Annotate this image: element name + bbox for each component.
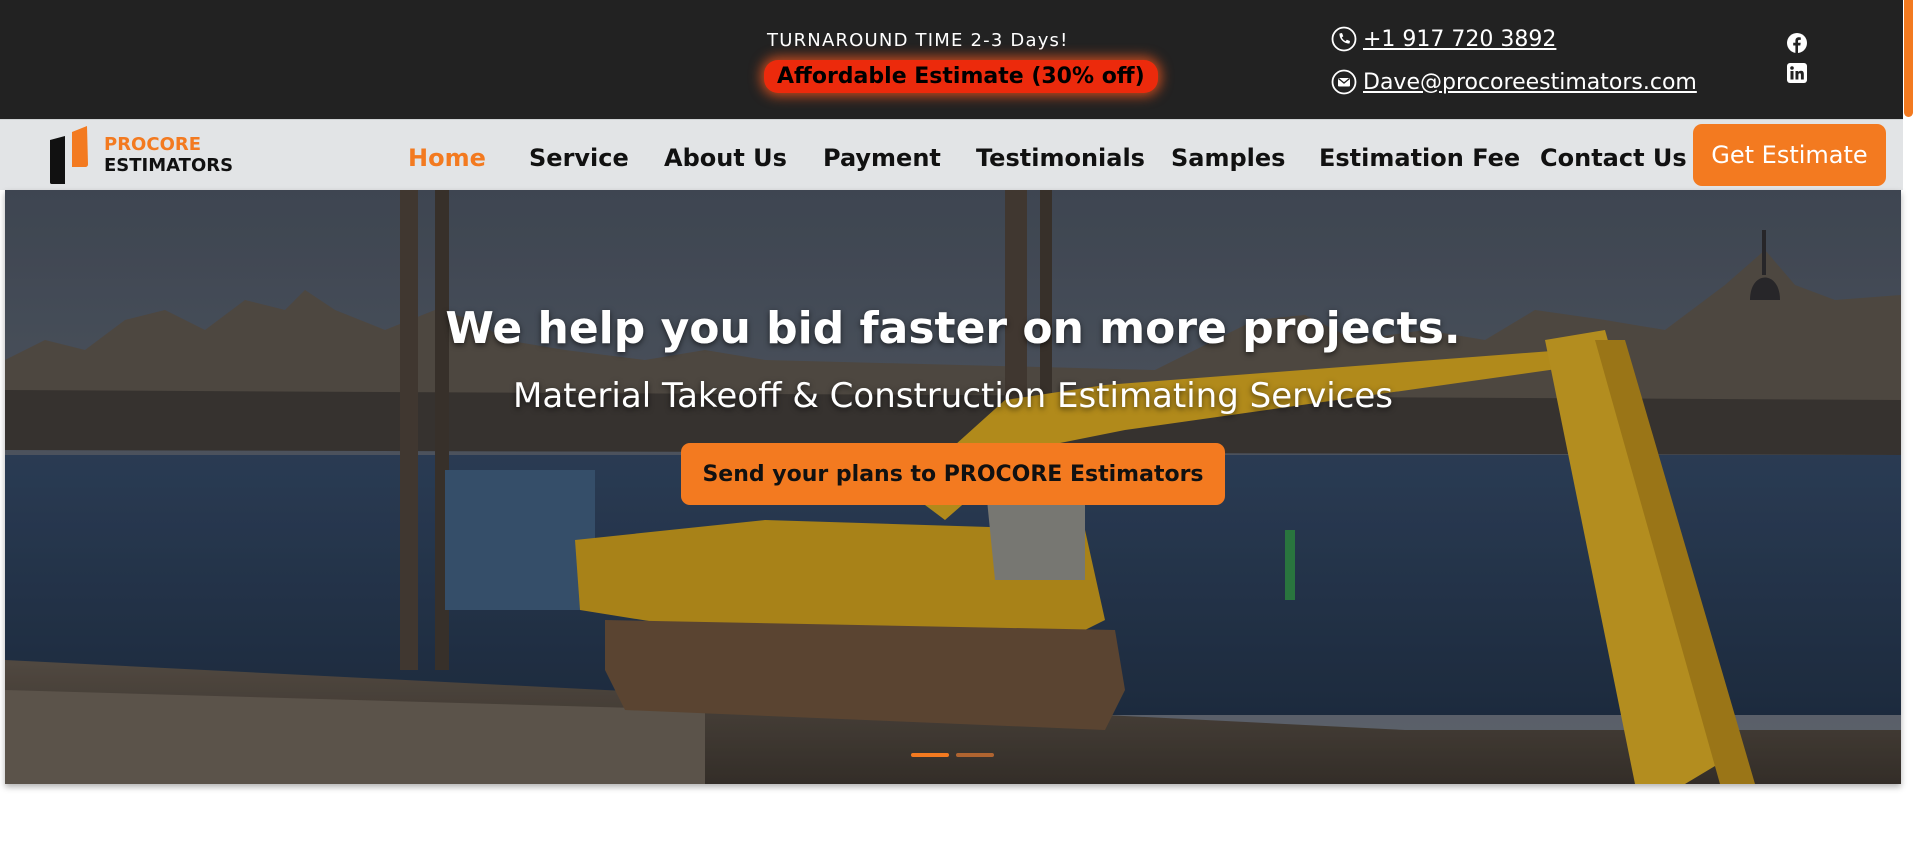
facebook-icon[interactable] <box>1787 33 1807 53</box>
nav-payment[interactable]: Payment <box>823 144 941 172</box>
brand-logo[interactable]: PROCORE ESTIMATORS <box>48 126 233 184</box>
logo-line-1: PROCORE <box>104 134 202 155</box>
phone-contact: +1 917 720 3892 <box>1331 26 1556 52</box>
nav-testimonials[interactable]: Testimonials <box>976 144 1145 172</box>
nav-contact-us[interactable]: Contact Us <box>1540 144 1687 172</box>
logo-line-2: ESTIMATORS <box>104 155 234 176</box>
email-contact: Dave@procoreestimators.com <box>1331 69 1697 95</box>
slider-dot-1[interactable] <box>911 753 949 757</box>
phone-link[interactable]: +1 917 720 3892 <box>1363 27 1556 52</box>
logo-wordmark: PROCORE ESTIMATORS <box>104 134 233 176</box>
top-info-bar: TURNAROUND TIME 2-3 Days! Affordable Est… <box>0 0 1903 119</box>
scrollbar-track[interactable] <box>1903 0 1913 861</box>
nav-about-us[interactable]: About Us <box>664 144 787 172</box>
email-link[interactable]: Dave@procoreestimators.com <box>1363 70 1697 95</box>
turnaround-notice: TURNAROUND TIME 2-3 Days! <box>767 30 1069 51</box>
mail-icon <box>1331 69 1357 95</box>
slider-dot-2[interactable] <box>956 753 994 757</box>
scrollbar-thumb[interactable] <box>1904 0 1913 117</box>
promo-badge[interactable]: Affordable Estimate (30% off) <box>764 60 1158 93</box>
nav-samples[interactable]: Samples <box>1171 144 1285 172</box>
nav-home[interactable]: Home <box>408 144 486 172</box>
phone-icon <box>1331 26 1357 52</box>
hero-subtitle: Material Takeoff & Construction Estimati… <box>513 376 1393 416</box>
main-navbar: PROCORE ESTIMATORS Home Service About Us… <box>0 119 1903 190</box>
linkedin-icon[interactable] <box>1787 63 1807 83</box>
hero-slider: We help you bid faster on more projects.… <box>5 190 1901 784</box>
logo-mark <box>50 126 88 184</box>
hero-title: We help you bid faster on more projects. <box>445 303 1461 354</box>
get-estimate-button[interactable]: Get Estimate <box>1693 124 1886 186</box>
send-plans-button[interactable]: Send your plans to PROCORE Estimators <box>681 443 1225 505</box>
nav-service[interactable]: Service <box>529 144 629 172</box>
nav-estimation-fee[interactable]: Estimation Fee <box>1319 144 1520 172</box>
